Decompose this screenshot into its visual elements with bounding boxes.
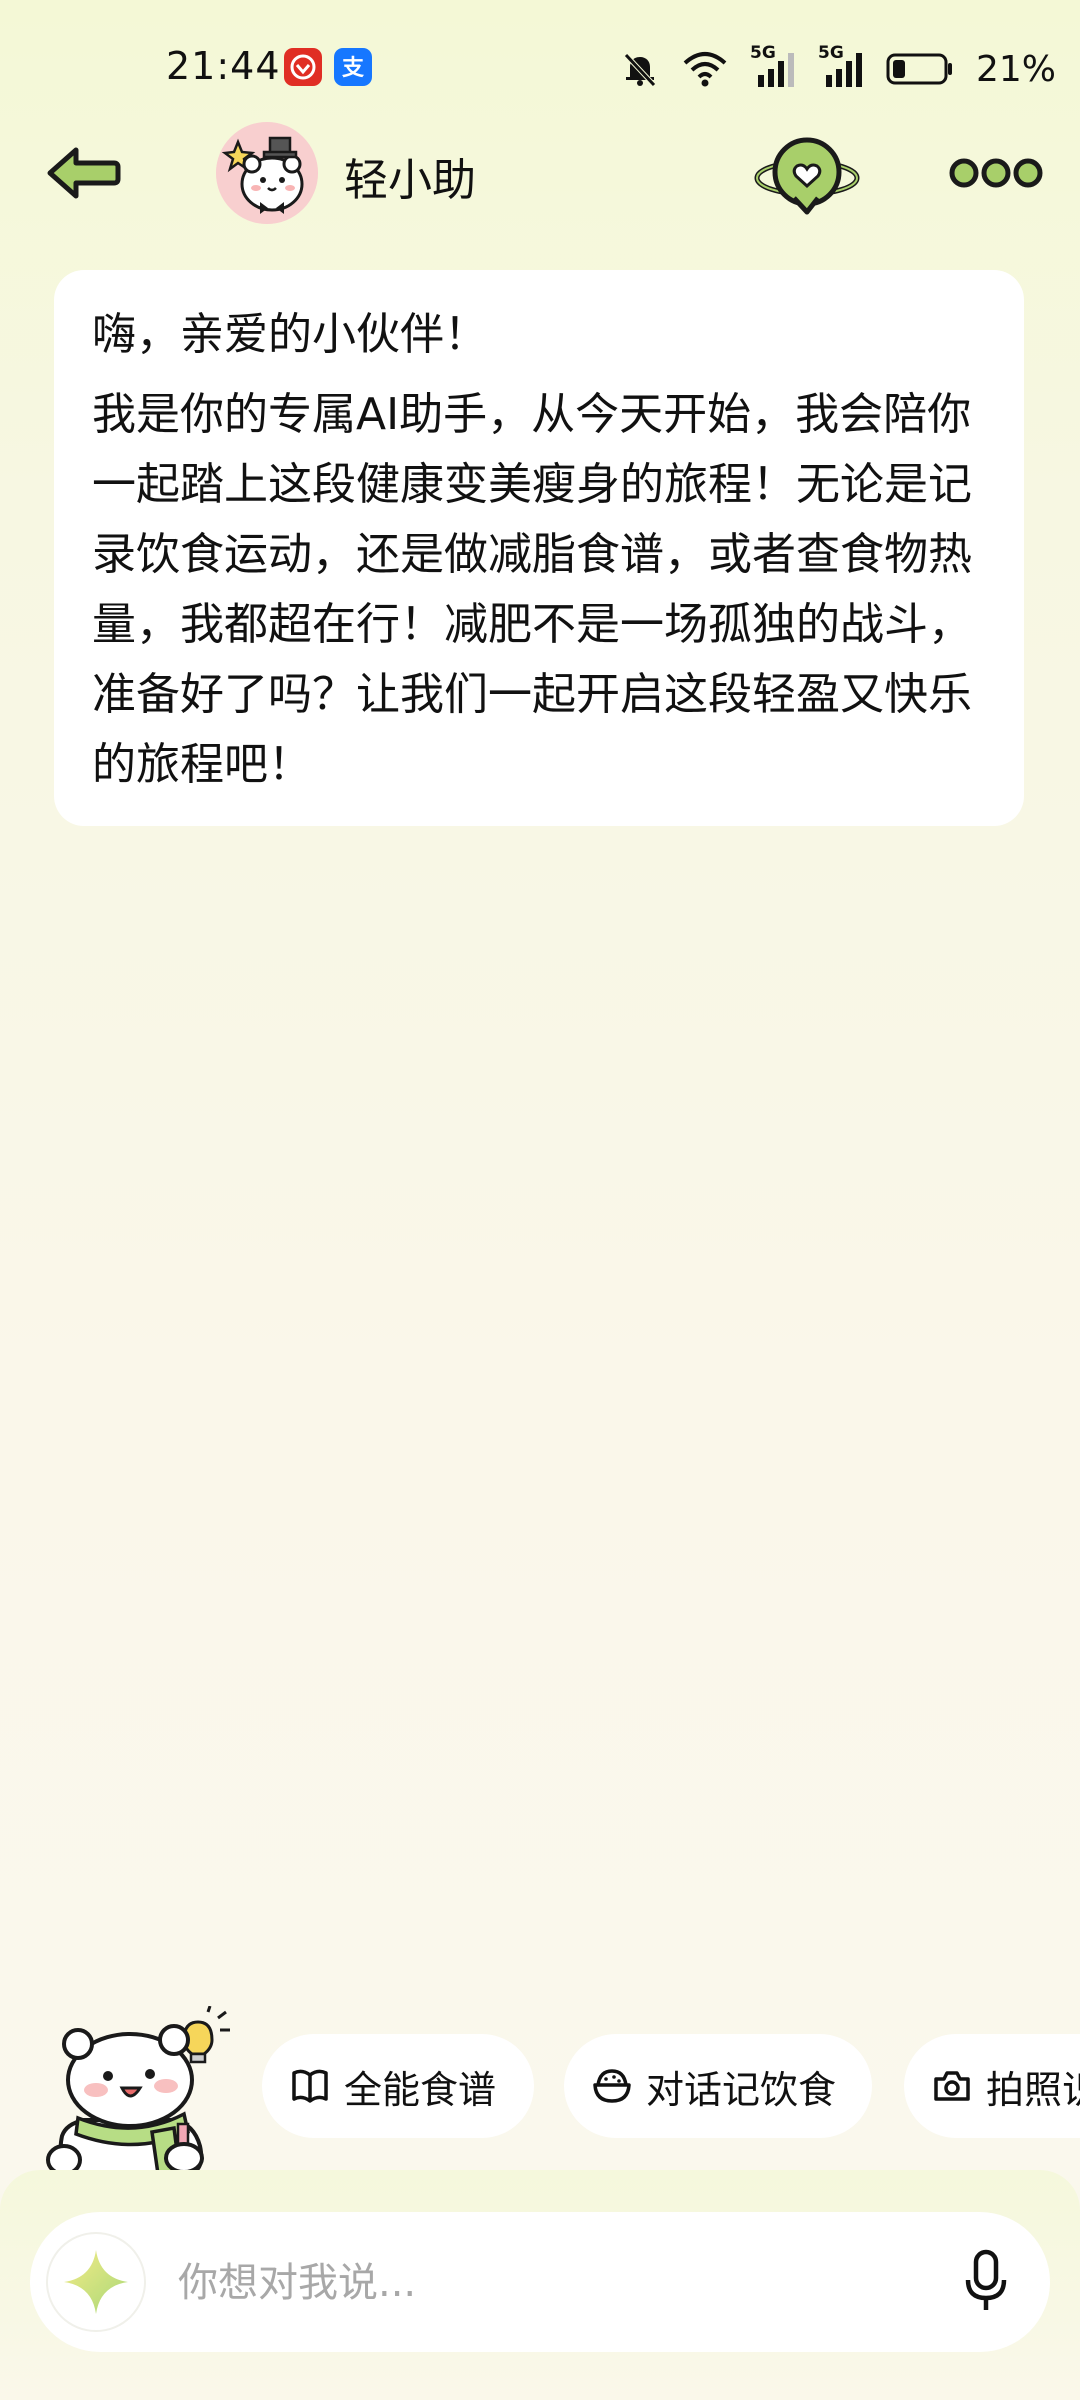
microphone-icon: [965, 2249, 1007, 2310]
message-body: 我是你的专属AI助手，从今天开始，我会陪你一起踏上这段健康变美瘦身的旅程！无论是…: [92, 389, 972, 790]
assistant-avatar[interactable]: [216, 122, 318, 224]
status-icons: 5G 5G 21%: [620, 43, 1056, 94]
page-title: 轻小助: [344, 155, 476, 206]
sparkle-icon: [64, 2250, 128, 2314]
message-greeting: 嗨，亲爱的小伙伴！: [92, 309, 488, 360]
signal-5g-icon: 5G: [750, 43, 796, 91]
status-time: 21:44: [166, 44, 281, 88]
chip-photo-recognize[interactable]: 拍照识: [904, 2034, 1080, 2138]
chip-label: 拍照识: [986, 2067, 1080, 2112]
signal-5g-icon: 5G: [818, 43, 864, 91]
voice-input-button[interactable]: [946, 2242, 1026, 2322]
globe-heart-icon: [754, 137, 860, 215]
chip-label: 对话记饮食: [646, 2067, 837, 2112]
camera-icon: [934, 2071, 970, 2101]
chip-chat-log-diet[interactable]: 对话记饮食: [564, 2034, 872, 2138]
battery-icon: [886, 53, 952, 85]
mascot-bear: [34, 2005, 234, 2178]
chip-recipes[interactable]: 全能食谱: [262, 2034, 534, 2138]
rice-bowl-icon: [593, 2069, 631, 2103]
more-options-button[interactable]: [948, 150, 1044, 196]
wifi-icon: [683, 52, 727, 87]
pinduoduo-app-icon: [284, 48, 322, 86]
back-button[interactable]: [44, 142, 124, 204]
quick-actions-row: 全能食谱 对话记饮食 拍照识: [262, 2034, 1080, 2140]
status-bar: 21:44 支 5G 5G 21%: [0, 0, 1080, 130]
message-input[interactable]: [176, 2246, 920, 2320]
globe-heart-button[interactable]: [752, 132, 862, 218]
svg-text:支: 支: [342, 56, 365, 81]
assistant-message-bubble: 嗨，亲爱的小伙伴！ 我是你的专属AI助手，从今天开始，我会陪你一起踏上这段健康变…: [54, 270, 1024, 826]
recipe-book-icon: [292, 2069, 328, 2103]
mute-bell-icon: [624, 53, 656, 87]
battery-percent: 21%: [975, 48, 1056, 90]
back-arrow-icon: [47, 147, 121, 199]
chip-label: 全能食谱: [344, 2067, 497, 2112]
more-dots-icon: [949, 158, 1043, 188]
message-input-bar: [30, 2212, 1050, 2352]
alipay-app-icon: 支: [334, 48, 372, 86]
sparkle-button[interactable]: [46, 2232, 146, 2332]
